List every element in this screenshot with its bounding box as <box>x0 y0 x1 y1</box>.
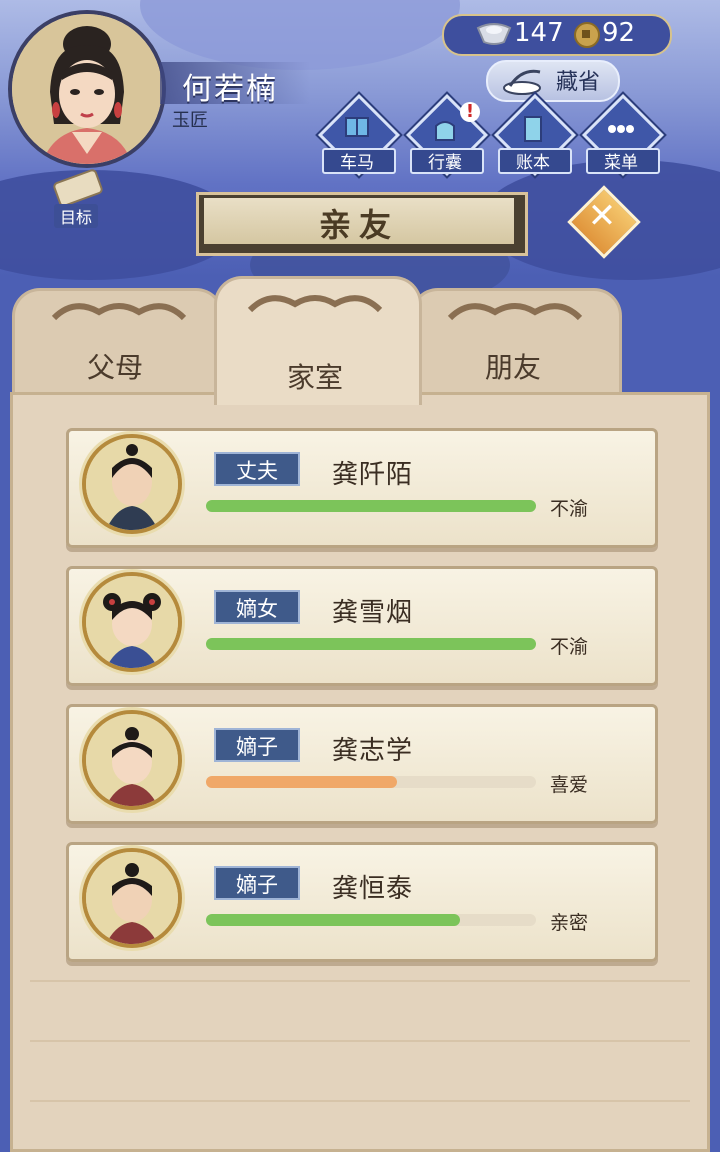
relation-tag: 嫡子 <box>214 728 300 762</box>
wood-grain <box>30 980 690 982</box>
member-name: 龚恒泰 <box>332 874 414 904</box>
game-screen: 何若楠 玉匠 147 92 藏省 车马 ! 行囊 账本 菜单 目标 亲友 ✕ 父… <box>0 0 720 1152</box>
cloud-ornament-icon <box>447 303 583 321</box>
wood-grain <box>30 1100 690 1102</box>
player-title: 玉匠 <box>172 110 208 131</box>
member-name: 龚阡陌 <box>332 460 414 490</box>
affection-bar <box>206 638 536 650</box>
player-name: 何若楠 <box>182 72 278 107</box>
coin-amount: 92 <box>602 18 636 48</box>
daughter-portrait-icon <box>86 576 178 668</box>
lady-portrait-icon <box>12 14 162 164</box>
member-avatar <box>82 434 182 534</box>
member-avatar <box>82 848 182 948</box>
relation-tag: 丈夫 <box>214 452 300 486</box>
relation-tag: 嫡女 <box>214 590 300 624</box>
affection-bar <box>206 776 536 788</box>
husband-portrait-icon <box>86 438 178 530</box>
affection-bar-fill <box>206 500 536 512</box>
tab-spouse-children-label: 家室 <box>286 361 343 394</box>
silver-amount: 147 <box>514 18 564 48</box>
mood-label: 不渝 <box>550 636 589 658</box>
bag-button[interactable]: ! 行囊 <box>405 93 489 177</box>
member-avatar <box>82 710 182 810</box>
relation-tag: 嫡子 <box>214 866 300 900</box>
menu-button[interactable]: 菜单 <box>581 93 665 177</box>
member-name: 龚雪烟 <box>332 598 414 628</box>
ledger-label: 账本 <box>516 153 550 173</box>
cloud-ornament-icon <box>247 295 383 313</box>
affection-bar-fill <box>206 638 536 650</box>
more-icon <box>608 125 634 133</box>
mood-label: 不渝 <box>550 498 589 520</box>
carriage-label: 车马 <box>340 153 374 173</box>
ledger-icon <box>524 116 542 142</box>
goal-label: 目标 <box>54 204 99 228</box>
affection-bar-fill <box>206 776 398 788</box>
player-portrait[interactable] <box>8 10 166 168</box>
member-avatar <box>82 572 182 672</box>
member-name: 龚志学 <box>332 736 414 766</box>
son-portrait-icon <box>86 852 178 944</box>
close-icon[interactable]: ✕ <box>584 196 620 236</box>
carriage-icon <box>345 117 369 137</box>
bag-label: 行囊 <box>428 153 462 173</box>
menu-label: 菜单 <box>604 153 638 173</box>
carriage-button[interactable]: 车马 <box>317 93 401 177</box>
alert-icon: ! <box>460 102 480 122</box>
affection-bar <box>206 914 536 926</box>
wood-grain <box>30 1040 690 1042</box>
cloud-ornament-icon <box>51 303 187 321</box>
affection-bar <box>206 500 536 512</box>
copper-coin-icon <box>574 22 600 48</box>
tab-parents-label: 父母 <box>86 351 143 384</box>
mood-label: 喜爱 <box>550 774 589 796</box>
jade-carving-icon <box>503 69 541 95</box>
bag-icon <box>435 121 455 141</box>
silver-ingot-icon <box>476 23 512 45</box>
affection-bar-fill <box>206 914 461 926</box>
collection-label: 藏省 <box>556 70 601 95</box>
ledger-button[interactable]: 账本 <box>493 93 577 177</box>
mood-label: 亲密 <box>550 912 589 934</box>
tab-friends-label: 朋友 <box>484 351 541 384</box>
panel-title: 亲友 <box>318 206 399 244</box>
scroll-icon <box>53 169 103 207</box>
son-portrait-icon <box>86 714 178 806</box>
